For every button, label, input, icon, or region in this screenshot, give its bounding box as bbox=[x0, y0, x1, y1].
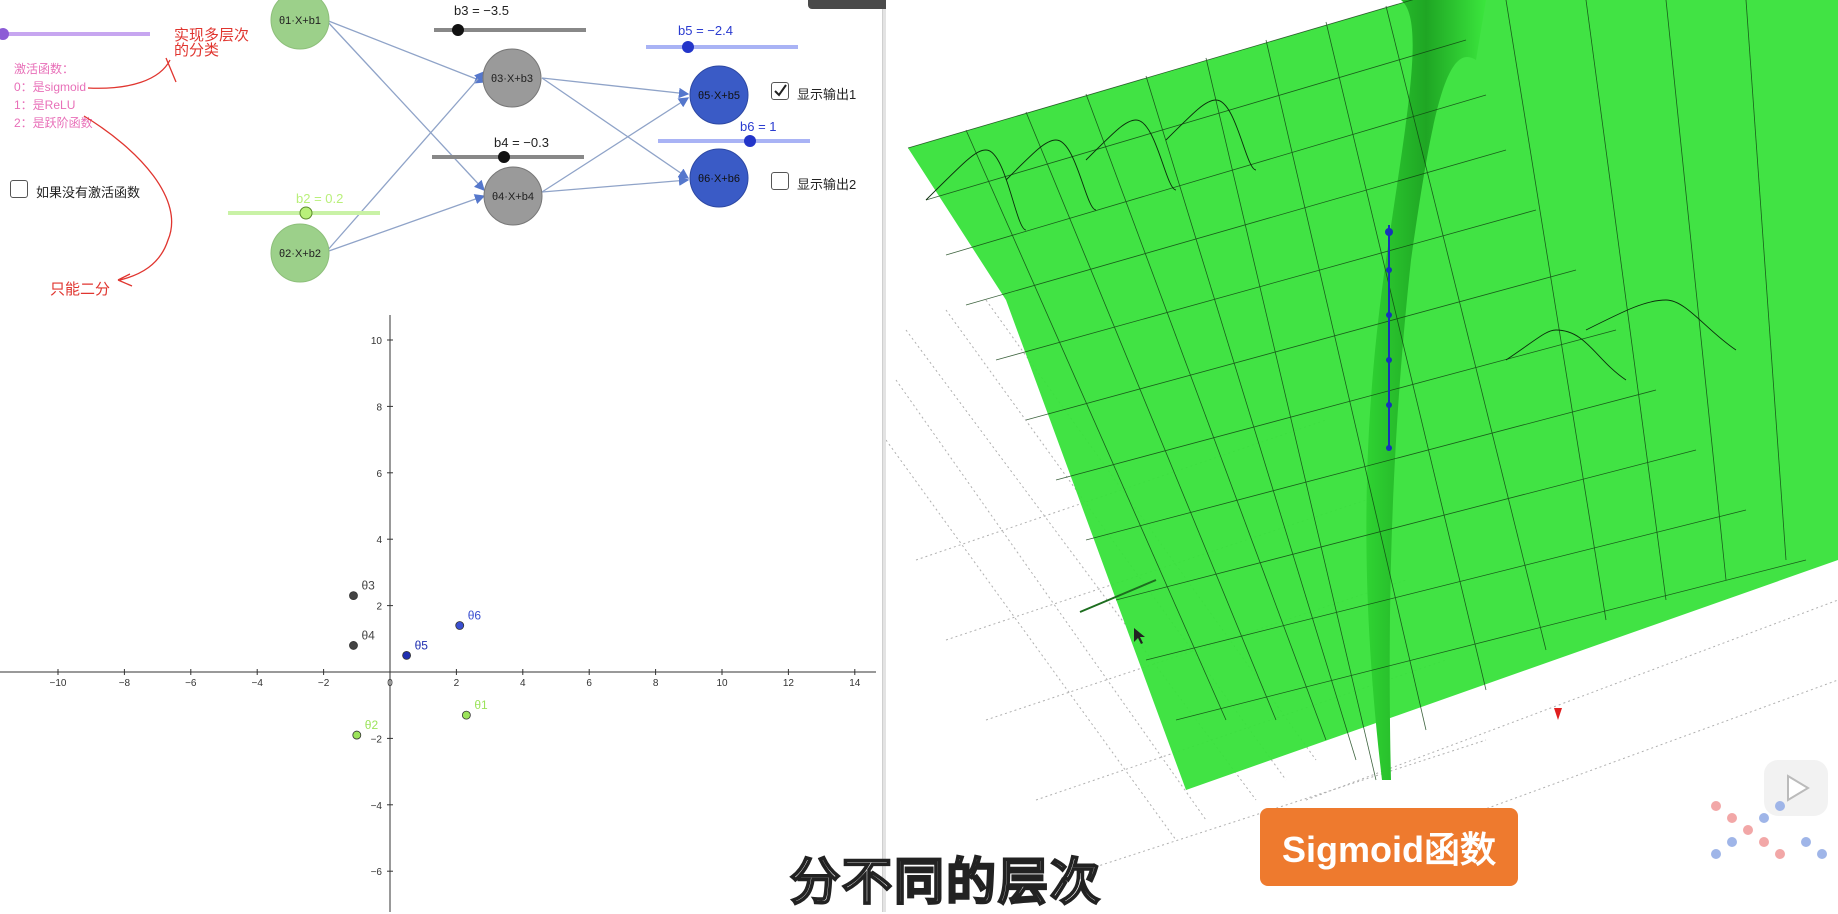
checkmark-icon bbox=[774, 84, 787, 97]
y-tick-label: 8 bbox=[376, 402, 382, 413]
x-tick-label: 10 bbox=[716, 678, 728, 689]
y-tick-label: 10 bbox=[371, 336, 383, 347]
show-output-2-checkbox[interactable] bbox=[771, 172, 789, 190]
x-tick-label: 14 bbox=[849, 678, 861, 689]
graph-point-label: θ5 bbox=[415, 638, 429, 652]
y-axis-arrow bbox=[1554, 708, 1562, 720]
x-tick-label: −4 bbox=[251, 678, 263, 689]
y-tick-label: 4 bbox=[376, 535, 382, 546]
x-tick-label: −2 bbox=[318, 678, 330, 689]
y-tick-label: −2 bbox=[371, 734, 383, 745]
x-tick-label: −12 bbox=[0, 678, 1, 689]
x-tick-label: −6 bbox=[185, 678, 197, 689]
node-6[interactable]: θ6·X+b6 bbox=[689, 148, 749, 208]
graph-point-label: θ6 bbox=[468, 609, 482, 623]
graph-point-label: θ2 bbox=[365, 718, 379, 732]
network-diagram: b3 = −3.5 b4 = −0.3 b5 = −2.4 b6 = 1 b2 … bbox=[228, 0, 810, 283]
svg-text:θ5·X+b5: θ5·X+b5 bbox=[698, 90, 740, 102]
graph-point-label: θ3 bbox=[361, 579, 375, 593]
left-pane-2d-view[interactable]: 激活函数： 0：是sigmoid 1：是ReLU 2：是跃阶函数 实现多层次 的… bbox=[0, 0, 882, 912]
watermark-logo bbox=[1711, 801, 1827, 859]
sigmoid-function-badge: Sigmoid函数 bbox=[1260, 808, 1518, 886]
graph-point[interactable] bbox=[461, 710, 471, 720]
coordinate-graph[interactable]: −12 −10 −8 −6 −4 −2 0 2 4 6 8 10 12 14 10 8 6 4 2 −2 −4 −6 θ3… bbox=[0, 300, 882, 912]
show-output-1-checkbox[interactable] bbox=[771, 82, 789, 100]
y-tick-label: −4 bbox=[371, 801, 383, 812]
svg-text:θ2·X+b2: θ2·X+b2 bbox=[279, 248, 321, 260]
video-subtitle: 分不同的层次 bbox=[789, 853, 1102, 911]
svg-text:θ3·X+b3: θ3·X+b3 bbox=[491, 73, 533, 85]
graph-point[interactable] bbox=[402, 650, 412, 660]
x-tick-label: 2 bbox=[454, 678, 460, 689]
node-2[interactable]: θ2·X+b2 bbox=[270, 223, 330, 283]
svg-text:θ4·X+b4: θ4·X+b4 bbox=[492, 191, 534, 203]
slider-b4[interactable] bbox=[432, 151, 584, 163]
slider-b3[interactable] bbox=[434, 24, 586, 36]
node-5[interactable]: θ5·X+b5 bbox=[689, 65, 749, 125]
right-pane-3d-view[interactable] bbox=[886, 0, 1838, 912]
graph-point[interactable] bbox=[349, 591, 358, 601]
node-3[interactable]: θ3·X+b3 bbox=[482, 48, 542, 108]
slider-b4-label: b4 = −0.3 bbox=[494, 135, 549, 150]
slider-b5-label: b5 = −2.4 bbox=[678, 23, 733, 38]
node-4[interactable]: θ4·X+b4 bbox=[483, 166, 543, 226]
slider-b3-label: b3 = −3.5 bbox=[454, 3, 509, 18]
show-output-2-label: 显示输出2 bbox=[797, 177, 857, 192]
node-1[interactable]: θ1·X+b1 bbox=[270, 0, 330, 50]
x-tick-label: 4 bbox=[520, 678, 526, 689]
slider-b2-label: b2 = 0.2 bbox=[296, 191, 343, 206]
y-tick-label: 2 bbox=[376, 602, 382, 613]
svg-text:θ6·X+b6: θ6·X+b6 bbox=[698, 173, 740, 185]
slider-b5[interactable] bbox=[646, 41, 798, 53]
x-tick-label: −8 bbox=[119, 678, 131, 689]
y-tick-label: −6 bbox=[371, 867, 383, 878]
x-tick-label: 6 bbox=[586, 678, 592, 689]
graph-point[interactable] bbox=[455, 621, 465, 630]
x-tick-label: −10 bbox=[50, 678, 67, 689]
slider-b6-label: b6 = 1 bbox=[740, 119, 777, 134]
sigmoid-3d-surface[interactable] bbox=[886, 0, 1838, 912]
graph-point-label: θ4 bbox=[361, 628, 375, 642]
x-tick-label: 12 bbox=[783, 678, 795, 689]
show-output-1-label: 显示输出1 bbox=[797, 87, 857, 102]
graph-point-label: θ1 bbox=[474, 698, 488, 712]
svg-text:θ1·X+b1: θ1·X+b1 bbox=[279, 15, 321, 27]
x-tick-label: 0 bbox=[387, 678, 393, 689]
x-tick-label: 8 bbox=[653, 678, 659, 689]
slider-b6[interactable] bbox=[658, 135, 810, 147]
graph-point[interactable] bbox=[352, 730, 362, 740]
y-tick-label: 6 bbox=[376, 469, 382, 480]
graph-point[interactable] bbox=[349, 641, 358, 650]
